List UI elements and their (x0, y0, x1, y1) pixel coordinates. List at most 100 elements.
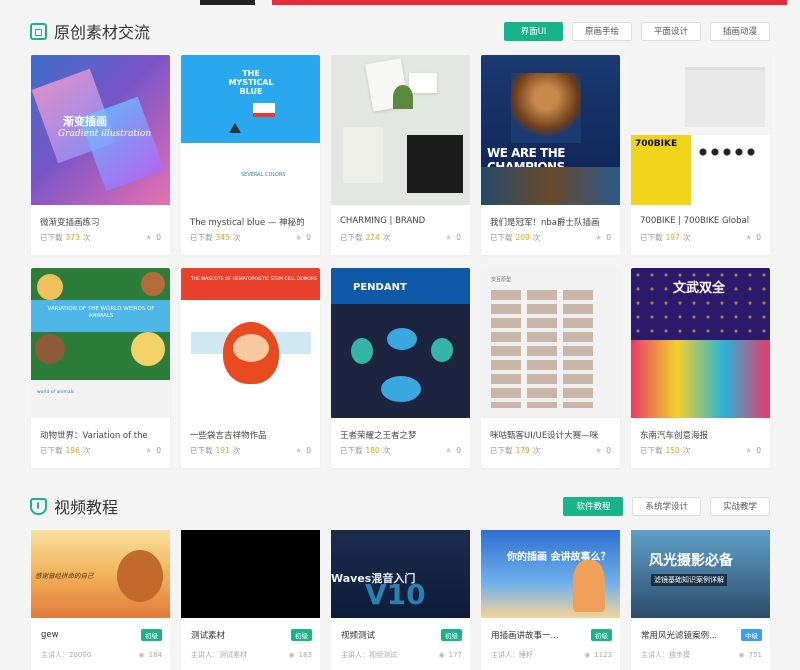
material-title[interactable]: 动物世界：Variation of the (31, 418, 170, 440)
star-icon[interactable]: ★ (595, 233, 602, 242)
material-title[interactable]: The mystical blue — 神秘的 (181, 205, 320, 227)
tab-graphic-design[interactable]: 平面设计 (640, 21, 701, 41)
like-count: 0 (156, 446, 161, 455)
material-thumbnail[interactable]: THE MASCOTS OF HEMATOPOIETIC STEM CELL D… (181, 268, 320, 418)
lecturer: 主讲人：20000 (41, 651, 92, 659)
tab-ui[interactable]: 界面UI (503, 21, 563, 41)
material-card[interactable]: 渐变插画 Gradient illustration 微渐变插画练习 已下载 37… (31, 55, 170, 255)
video-card[interactable]: 感谢曾经拼命的自己 gew 初级 主讲人：20000 ◉ 184 (31, 530, 170, 670)
eye-icon: ◉ (288, 651, 295, 659)
lecturer: 主讲人：睡籽 (491, 651, 533, 659)
material-card[interactable]: 文武双全 东南汽车创意海报 已下载 150 次 ★ 0 (631, 268, 770, 468)
material-meta: 已下载 179 次 ★ 0 (490, 446, 611, 455)
video-title[interactable]: 常用风光滤镜案例... (641, 629, 717, 641)
material-meta: 已下载 209 次 ★ 0 (490, 233, 611, 242)
material-title[interactable]: 700BIKE | 700BIKE Global (631, 205, 770, 227)
star-icon[interactable]: ★ (295, 446, 302, 455)
top-banner-strip (0, 0, 800, 6)
material-thumbnail[interactable]: 交互原型 (481, 268, 620, 418)
video-thumbnail[interactable]: 风光摄影必备 滤镜基础知识案例详解 (631, 530, 770, 618)
download-count: 179 (515, 446, 530, 455)
view-count: 1123 (594, 651, 612, 659)
material-title[interactable]: 我们是冠军！nba爵士队插画 (481, 205, 620, 227)
material-thumbnail[interactable]: VARIATION OF THE WORLD WEIRDS OF ANIMALS… (31, 268, 170, 418)
material-title[interactable]: 王者荣耀之王者之梦 (331, 418, 470, 440)
star-icon[interactable]: ★ (145, 233, 152, 242)
level-badge: 中级 (741, 629, 762, 641)
thumb-title: 风光摄影必备 (649, 553, 733, 569)
video-thumbnail[interactable] (181, 530, 320, 618)
star-icon[interactable]: ★ (745, 233, 752, 242)
material-card[interactable]: VARIATION OF THE WORLD WEIRDS OF ANIMALS… (31, 268, 170, 468)
thumb-title: THE MASCOTS OF HEMATOPOIETIC STEM CELL D… (191, 277, 317, 282)
download-count: 191 (215, 446, 230, 455)
tab-practical-teaching[interactable]: 实战教学 (709, 496, 770, 516)
star-icon[interactable]: ★ (745, 446, 752, 455)
video-title[interactable]: 视频测试 (341, 629, 375, 641)
material-title[interactable]: 微渐变插画练习 (31, 205, 170, 227)
material-card[interactable]: PENDANT 王者荣耀之王者之梦 已下载 180 次 ★ 0 (331, 268, 470, 468)
thumb-title: Waves混音入门 (331, 572, 416, 585)
star-icon[interactable]: ★ (295, 233, 302, 242)
like-count: 0 (456, 446, 461, 455)
material-meta: 已下载 345 次 ★ 0 (190, 233, 311, 242)
material-meta: 已下载 197 次 ★ 0 (640, 233, 761, 242)
thumb-title: 感谢曾经拼命的自己 (35, 572, 94, 580)
video-card[interactable]: 你的插画 会讲故事么？ 用插画讲故事一... 初级 主讲人：睡籽 ◉ 1123 (481, 530, 620, 670)
video-card[interactable]: V10 Waves混音入门 视频测试 初级 主讲人：视频测试 ◉ 177 (331, 530, 470, 670)
like-count: 0 (756, 233, 761, 242)
level-badge: 初级 (141, 629, 162, 641)
thumb-subtitle: SEVERAL COLORS (241, 172, 286, 178)
material-thumbnail[interactable]: 文武双全 (631, 268, 770, 418)
thumb-title: 渐变插画 (63, 115, 107, 128)
material-title[interactable]: 一些袋言吉祥物作品 (181, 418, 320, 440)
video-title[interactable]: 用插画讲故事一... (491, 629, 559, 641)
material-card[interactable]: WE ARE THE CHAMPIONS 我们是冠军！nba爵士队插画 已下载2… (481, 55, 620, 255)
download-count: 373 (65, 233, 80, 242)
material-meta: 已下载 180 次 ★ 0 (340, 446, 461, 455)
tab-software-tutorial[interactable]: 软件教程 (563, 496, 624, 516)
material-card[interactable]: 交互原型 咪咕甄客UI/UE设计大赛—咪 已下载 179 次 ★ 0 (481, 268, 620, 468)
material-card[interactable]: THE MYSTICAL BLUE SEVERAL COLORS The mys… (181, 55, 320, 255)
thumb-title: 700BIKE (635, 139, 678, 149)
star-icon[interactable]: ★ (595, 446, 602, 455)
tab-systematic-design[interactable]: 系统学设计 (632, 496, 701, 516)
like-count: 0 (456, 233, 461, 242)
material-thumbnail[interactable]: 700BIKE (631, 55, 770, 205)
level-badge: 初级 (591, 629, 612, 641)
material-card[interactable]: THE MASCOTS OF HEMATOPOIETIC STEM CELL D… (181, 268, 320, 468)
material-thumbnail[interactable]: PENDANT (331, 268, 470, 418)
view-count: 751 (748, 651, 762, 659)
material-card[interactable]: 700BIKE 700BIKE | 700BIKE Global 已下载 197 次… (631, 55, 770, 255)
thumb-title: PENDANT (353, 282, 407, 293)
thumb-title: 文武双全 (672, 281, 725, 296)
section-title: 视频教程 (54, 498, 119, 517)
video-thumbnail[interactable]: V10 Waves混音入门 (331, 530, 470, 618)
eye-icon: ◉ (584, 651, 591, 659)
video-card[interactable]: 测试素材 初级 主讲人：测试素材 ◉ 163 (181, 530, 320, 670)
material-title[interactable]: 东南汽车创意海报 (631, 418, 770, 440)
video-title[interactable]: gew (41, 630, 59, 640)
star-icon[interactable]: ★ (445, 446, 452, 455)
video-title[interactable]: 测试素材 (191, 629, 225, 641)
tab-hand-drawing[interactable]: 原画手绘 (571, 21, 632, 41)
thumb-title: 交互原型 (491, 277, 512, 283)
video-thumbnail[interactable]: 感谢曾经拼命的自己 (31, 530, 170, 618)
material-thumbnail[interactable]: THE MYSTICAL BLUE SEVERAL COLORS (181, 55, 320, 205)
level-badge: 初级 (291, 629, 312, 641)
view-count: 177 (448, 651, 462, 659)
material-thumbnail[interactable]: WE ARE THE CHAMPIONS (481, 55, 620, 205)
tab-illustration[interactable]: 插画动漫 (709, 21, 770, 41)
star-icon[interactable]: ★ (445, 233, 452, 242)
material-meta: 已下载 150 次 ★ 0 (640, 446, 761, 455)
video-thumbnail[interactable]: 你的插画 会讲故事么？ (481, 530, 620, 618)
material-thumbnail[interactable]: 渐变插画 Gradient illustration (31, 55, 170, 205)
download-count: 197 (665, 233, 680, 242)
material-thumbnail[interactable] (331, 55, 470, 205)
material-meta: 已下载 191 次 ★ 0 (190, 446, 311, 455)
star-icon[interactable]: ★ (145, 446, 152, 455)
material-card[interactable]: CHARMING | BRAND 已下载 224 次 ★ 0 (331, 55, 470, 255)
material-title[interactable]: CHARMING | BRAND (331, 205, 470, 227)
material-title[interactable]: 咪咕甄客UI/UE设计大赛—咪 (481, 418, 620, 440)
video-card[interactable]: 风光摄影必备 滤镜基础知识案例详解 常用风光滤镜案例... 中级 主讲人：独步摸 ◉… (631, 530, 770, 670)
